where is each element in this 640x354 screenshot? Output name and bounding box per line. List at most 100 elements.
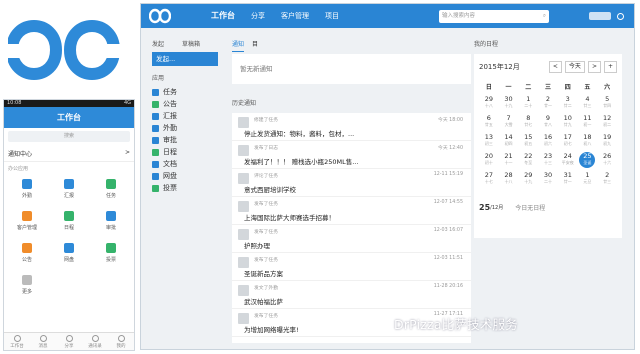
no-schedule-text: 今日无日程	[515, 205, 546, 212]
calendar-day[interactable]: 21 十一	[499, 152, 519, 168]
nav-item[interactable]: 分享	[243, 4, 273, 28]
calendar-day[interactable]: 23 十三	[538, 152, 558, 168]
add-event-button[interactable]: +	[603, 61, 617, 73]
calendar-day[interactable]: 1 二十	[518, 95, 538, 111]
prev-month-button[interactable]: <	[548, 61, 562, 73]
day-lunar: 十九	[504, 103, 513, 108]
sidebar-item[interactable]: 外勤	[152, 122, 218, 134]
app-tile[interactable]: 审批	[90, 211, 132, 231]
day-number: 4	[585, 95, 590, 103]
sidebar-item[interactable]: 日程	[152, 146, 218, 158]
drafts-link[interactable]: 草稿箱	[182, 41, 200, 48]
nav-item[interactable]: 客户管理	[273, 4, 317, 28]
calendar-day[interactable]: 25 圣诞	[579, 152, 596, 168]
history-row[interactable]: 发布了日志 发福利了！！！ 赠栈选小瓶250ML售... 今天 12:40	[232, 141, 471, 169]
calendar-day[interactable]: 4 廿三	[578, 95, 598, 111]
app-icon	[64, 179, 74, 189]
calendar-day[interactable]: 22 冬至	[518, 152, 538, 168]
history-row[interactable]: 修建了任务 停止发货通知：物料，酱料，包材，... 今天 18:00	[232, 113, 471, 141]
calendar-day[interactable]: 13 初三	[479, 133, 499, 149]
app-label: 任务	[105, 193, 116, 199]
calendar-day[interactable]: 16 初六	[538, 133, 558, 149]
tab-label: 通讯录	[88, 344, 102, 349]
app-tile[interactable]: 外勤	[6, 179, 48, 199]
today-button[interactable]: 今天	[564, 61, 585, 73]
calendar-day[interactable]: 29 十八	[479, 95, 499, 111]
app-tile[interactable]: 公告	[6, 243, 48, 263]
calendar-day[interactable]: 24 平安夜	[558, 152, 578, 168]
settings-icon[interactable]	[617, 12, 624, 20]
calendar-day[interactable]: 17 初七	[558, 133, 578, 149]
history-row[interactable]: 发文了外勤 武汉帕福比萨 11-28 20:16	[232, 281, 471, 309]
calendar-day[interactable]: 2 廿三	[597, 171, 617, 187]
app-label: 公告	[21, 257, 32, 263]
app-tile[interactable]: 更多	[6, 275, 48, 295]
sidebar-item-label: 投票	[163, 184, 177, 192]
calendar-day[interactable]: 30 二十	[538, 171, 558, 187]
weekday-row: 日一二三四五六	[479, 82, 617, 91]
calendar-day[interactable]: 1 元旦	[578, 171, 598, 187]
calendar-day[interactable]: 5 廿四	[597, 95, 617, 111]
history-row[interactable]: 发布了任务 圣诞新品方案 12-03 11:51	[232, 253, 471, 281]
calendar-day[interactable]: 3 廿二	[558, 95, 578, 111]
publish-button[interactable]: 发起...	[152, 52, 218, 66]
calendar-day[interactable]: 31 廿一	[558, 171, 578, 187]
sidebar-item[interactable]: 投票	[152, 182, 218, 194]
phone-tab[interactable]: 工作台	[4, 333, 30, 350]
nav-item[interactable]: 工作台	[203, 4, 243, 28]
sidebar-item[interactable]: 汇报	[152, 110, 218, 122]
app-tile[interactable]: 客户管理	[6, 211, 48, 231]
app-tile[interactable]: 日程	[48, 211, 90, 231]
calendar-day[interactable]: 10 廿九	[558, 114, 578, 130]
calendar-day[interactable]: 6 廿五	[479, 114, 499, 130]
sidebar-item[interactable]: 审批	[152, 134, 218, 146]
calendar-day[interactable]: 14 初四	[499, 133, 519, 149]
tab-notice[interactable]: 通知	[232, 38, 245, 52]
user-avatar[interactable]	[589, 12, 611, 20]
calendar-day[interactable]: 26 十六	[597, 152, 617, 168]
history-row[interactable]: 发布了任务 护照办理 12-03 16:07	[232, 225, 471, 253]
calendar-day[interactable]: 8 廿七	[518, 114, 538, 130]
history-message: 圣诞新品方案	[244, 270, 283, 278]
calendar-day[interactable]: 18 初八	[578, 133, 598, 149]
next-month-button[interactable]: >	[587, 61, 601, 73]
sidebar-item[interactable]: 任务	[152, 86, 218, 98]
calendar-day[interactable]: 29 十九	[518, 171, 538, 187]
app-tile[interactable]: 网盘	[48, 243, 90, 263]
calendar-day[interactable]: 20 初十	[479, 152, 499, 168]
phone-tab[interactable]: 我的	[108, 333, 134, 350]
search-icon[interactable]: ⌕	[543, 10, 546, 23]
calendar-day[interactable]: 12 初二	[597, 114, 617, 130]
phone-tab[interactable]: 分享	[56, 333, 82, 350]
notification-center-link[interactable]: 通知中心 >	[4, 146, 134, 162]
empty-notice-text: 暂无新通知	[232, 54, 471, 84]
calendar-day[interactable]: 28 十八	[499, 171, 519, 187]
calendar-day[interactable]: 7 大雪	[499, 114, 519, 130]
calendar-day[interactable]: 30 十九	[499, 95, 519, 111]
history-row[interactable]: 评论了任务 意式西厨培训学校 12-11 15:19	[232, 169, 471, 197]
tab-other[interactable]: 目	[252, 38, 258, 52]
history-message: 护照办理	[244, 242, 270, 250]
calendar-day[interactable]: 2 廿一	[538, 95, 558, 111]
app-tile[interactable]: 任务	[90, 179, 132, 199]
sidebar-item[interactable]: 公告	[152, 98, 218, 110]
sidebar-item[interactable]: 网盘	[152, 170, 218, 182]
history-time: 12-03 11:51	[433, 256, 463, 261]
app-tile[interactable]: 投票	[90, 243, 132, 263]
global-search-input[interactable]: 输入搜索内容 ⌕	[439, 9, 549, 23]
calendar-day[interactable]: 9 廿八	[538, 114, 558, 130]
calendar-day[interactable]: 27 十七	[479, 171, 499, 187]
history-row[interactable]: 发布了任务 上海国际比萨大师赛选手招募！ 12-07 14:55	[232, 197, 471, 225]
app-tile[interactable]: 汇报	[48, 179, 90, 199]
phone-tab[interactable]: 消息	[30, 333, 56, 350]
day-lunar: 廿二	[563, 103, 572, 108]
phone-tab[interactable]: 通讯录	[82, 333, 108, 350]
calendar-day[interactable]: 19 初九	[597, 133, 617, 149]
tab-icon	[39, 335, 47, 342]
sidebar-item[interactable]: 文档	[152, 158, 218, 170]
phone-search-input[interactable]: 搜索	[8, 131, 130, 142]
calendar-day[interactable]: 11 初一	[578, 114, 598, 130]
brand-logo-icon[interactable]	[149, 8, 171, 24]
calendar-day[interactable]: 15 初五	[518, 133, 538, 149]
nav-item[interactable]: 项目	[317, 4, 347, 28]
